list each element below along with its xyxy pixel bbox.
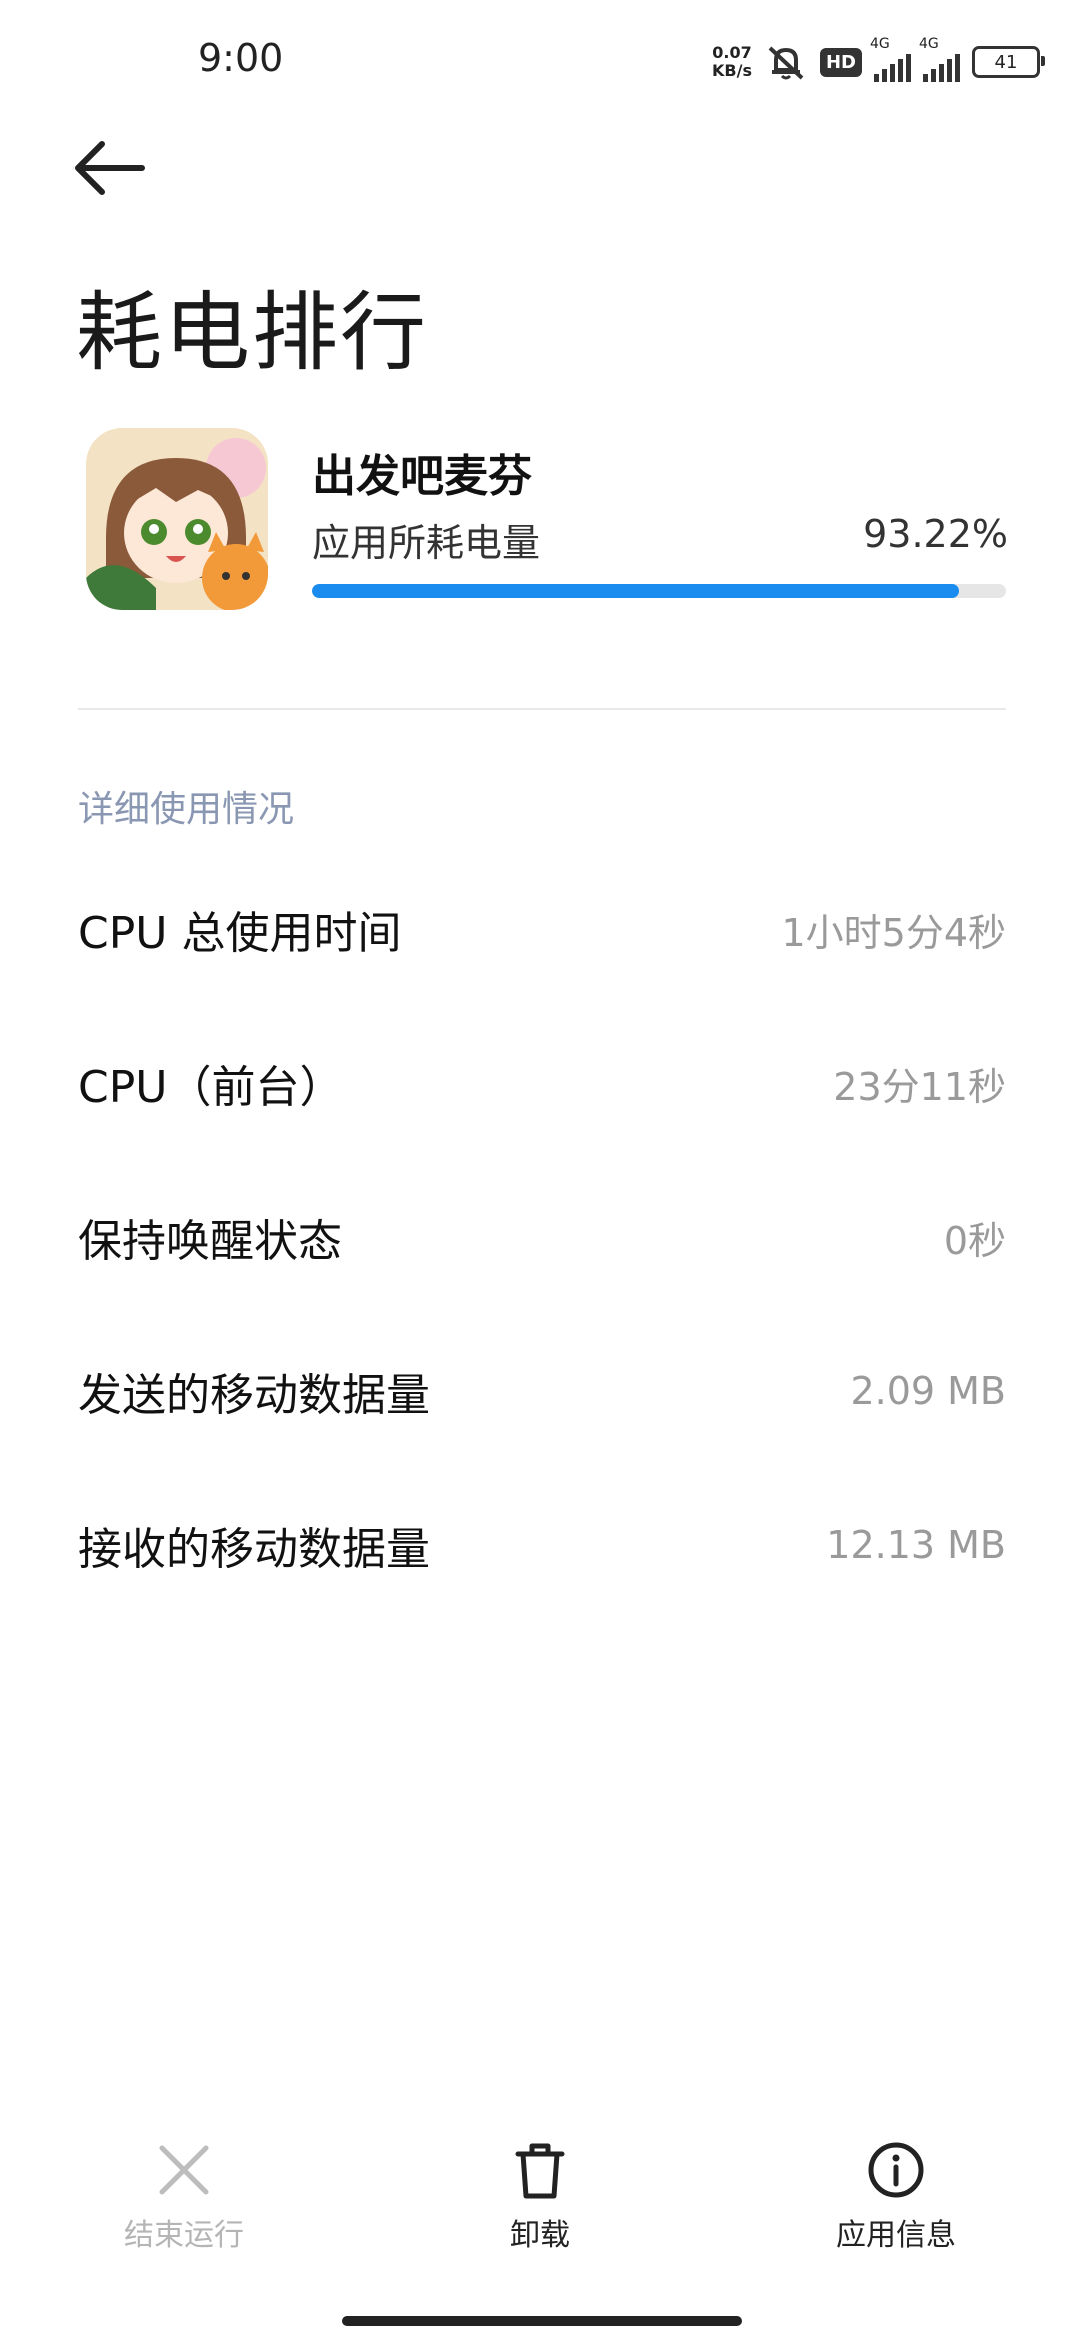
home-indicator[interactable]	[342, 2316, 742, 2326]
trash-icon	[515, 2143, 565, 2199]
signal-sim1-icon: 4G	[870, 36, 911, 82]
row-label: CPU（前台）	[78, 1062, 344, 1113]
usage-progress-fill	[312, 584, 959, 598]
sim2-network-label: 4G	[919, 36, 939, 52]
detail-row-cpu-foreground: CPU（前台） 23分11秒	[78, 1038, 1006, 1128]
app-name: 出发吧麦芬	[312, 451, 532, 502]
row-value: 2.09 MB	[850, 1369, 1006, 1413]
app-info-button[interactable]: 应用信息	[796, 2140, 996, 2254]
app-icon	[86, 428, 268, 610]
hd-voice-badge: HD	[819, 47, 862, 77]
detail-row-data-sent: 发送的移动数据量 2.09 MB	[78, 1346, 1006, 1436]
detail-row-data-received: 接收的移动数据量 12.13 MB	[78, 1500, 1006, 1590]
net-speed-unit: KB/s	[712, 61, 752, 80]
net-speed-value: 0.07	[712, 43, 752, 62]
net-speed: 0.07 KB/s	[712, 44, 752, 80]
row-label: 接收的移动数据量	[78, 1524, 430, 1575]
arrow-left-icon	[75, 141, 145, 195]
mute-bell-icon	[768, 46, 804, 80]
usage-label: 应用所耗电量	[312, 521, 541, 565]
stop-button[interactable]: 结束运行	[84, 2140, 284, 2254]
status-icons: 0.07 KB/s HD 4G 4G 41	[712, 36, 1045, 88]
detail-row-cpu-total: CPU 总使用时间 1小时5分4秒	[78, 884, 1006, 974]
section-title: 详细使用情况	[78, 789, 295, 830]
row-value: 12.13 MB	[826, 1523, 1006, 1567]
battery-level: 41	[994, 51, 1018, 73]
page-title: 耗电排行	[76, 283, 428, 383]
stop-label: 结束运行	[124, 2218, 244, 2253]
row-label: CPU 总使用时间	[78, 908, 402, 959]
uninstall-button[interactable]: 卸载	[440, 2140, 640, 2254]
uninstall-label: 卸载	[510, 2218, 570, 2253]
row-value: 1小时5分4秒	[781, 910, 1006, 955]
battery-icon: 41	[972, 46, 1045, 78]
back-button[interactable]	[72, 138, 148, 198]
row-value: 23分11秒	[833, 1064, 1006, 1109]
row-value: 0秒	[943, 1218, 1006, 1263]
row-label: 发送的移动数据量	[78, 1370, 430, 1421]
divider	[78, 708, 1006, 710]
usage-value: 93.22%	[863, 512, 1008, 556]
usage-progress-bar	[312, 584, 1006, 598]
signal-sim2-icon: 4G	[919, 36, 960, 82]
row-label: 保持唤醒状态	[78, 1216, 342, 1267]
sim1-network-label: 4G	[870, 36, 890, 52]
status-time: 9:00	[198, 36, 284, 80]
close-icon	[159, 2145, 209, 2195]
app-info-label: 应用信息	[836, 2218, 956, 2253]
info-icon	[868, 2142, 924, 2198]
detail-row-keep-awake: 保持唤醒状态 0秒	[78, 1192, 1006, 1282]
